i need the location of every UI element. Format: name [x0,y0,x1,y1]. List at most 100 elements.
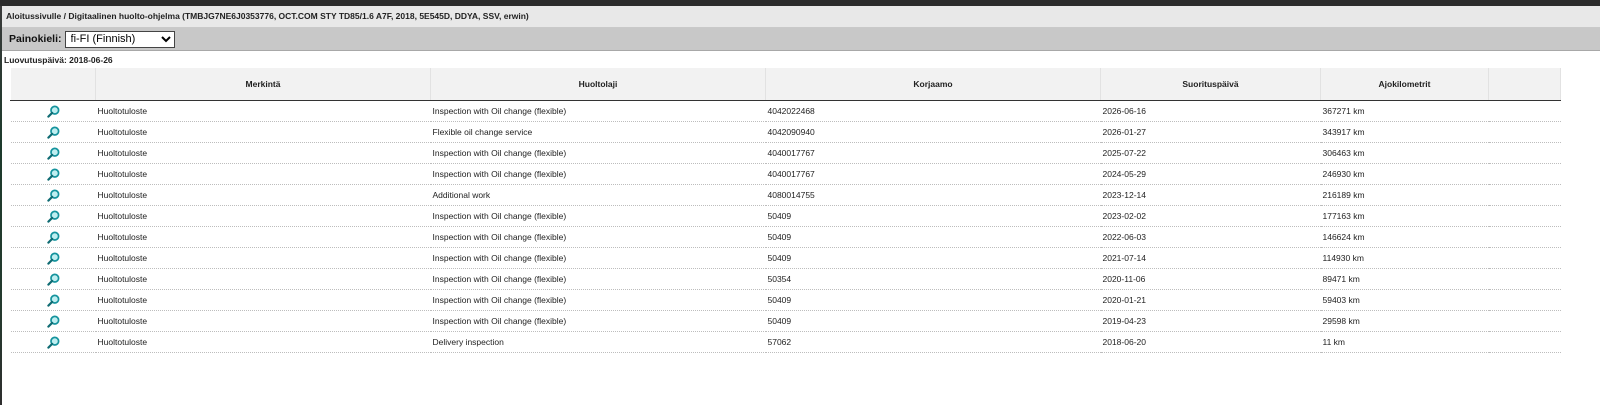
service-type-cell: Delivery inspection [430,331,766,353]
service-type-cell: Inspection with Oil change (flexible) [430,268,766,290]
entry-cell: Huoltotuloste [95,226,431,248]
table-row[interactable]: Huoltotuloste Inspection with Oil change… [10,142,1561,164]
view-cell[interactable] [10,163,96,185]
date-cell: 2020-11-06 [1100,268,1321,290]
col-header-mileage[interactable]: Ajokilometrit [1320,68,1489,101]
mileage-cell: 246930 km [1320,163,1489,185]
view-cell[interactable] [10,226,96,248]
magnifier-icon[interactable] [46,105,60,118]
magnifier-icon[interactable] [46,294,60,307]
table-row[interactable]: Huoltotuloste Delivery inspection 57062 … [10,331,1561,353]
view-cell[interactable] [10,100,96,122]
view-cell[interactable] [10,289,96,311]
date-cell: 2019-04-23 [1100,310,1321,332]
view-cell[interactable] [10,310,96,332]
mileage-cell: 11 km [1320,331,1489,353]
entry-cell: Huoltotuloste [95,184,431,206]
col-header-empty [1488,68,1561,101]
col-header-workshop[interactable]: Korjaamo [765,68,1101,101]
workshop-cell: 50409 [765,226,1101,248]
view-cell[interactable] [10,121,96,143]
date-cell: 2018-06-20 [1100,331,1321,353]
workshop-cell: 4042022468 [765,100,1101,122]
mileage-cell: 367271 km [1320,100,1489,122]
magnifier-icon[interactable] [46,273,60,286]
col-header-date[interactable]: Suorituspäivä [1100,68,1321,101]
table-row[interactable]: Huoltotuloste Inspection with Oil change… [10,100,1561,122]
mileage-cell: 114930 km [1320,247,1489,269]
service-type-cell: Inspection with Oil change (flexible) [430,310,766,332]
entry-cell: Huoltotuloste [95,331,431,353]
view-cell[interactable] [10,268,96,290]
magnifier-icon[interactable] [46,189,60,202]
col-header-service[interactable]: Huoltolaji [430,68,766,101]
workshop-cell: 4040017767 [765,163,1101,185]
view-cell[interactable] [10,142,96,164]
workshop-cell: 50409 [765,247,1101,269]
table-row[interactable]: Huoltotuloste Additional work 4080014755… [10,184,1561,206]
view-cell[interactable] [10,184,96,206]
date-cell: 2022-06-03 [1100,226,1321,248]
col-header-icon [10,68,96,101]
mileage-cell: 177163 km [1320,205,1489,227]
mileage-cell: 343917 km [1320,121,1489,143]
workshop-cell: 50409 [765,310,1101,332]
entry-cell: Huoltotuloste [95,121,431,143]
table-body: Huoltotuloste Inspection with Oil change… [10,100,1561,353]
table-header-row: Merkintä Huoltolaji Korjaamo Suorituspäi… [10,68,1561,101]
table-row[interactable]: Huoltotuloste Inspection with Oil change… [10,289,1561,311]
table-row[interactable]: Huoltotuloste Inspection with Oil change… [10,310,1561,332]
workshop-cell: 50409 [765,205,1101,227]
service-type-cell: Additional work [430,184,766,206]
language-label: Painokieli: [9,33,62,45]
view-cell[interactable] [10,247,96,269]
table-row[interactable]: Huoltotuloste Inspection with Oil change… [10,205,1561,227]
table-row[interactable]: Huoltotuloste Inspection with Oil change… [10,163,1561,185]
breadcrumb[interactable]: Aloitussivulle / Digitaalinen huolto-ohj… [2,6,1600,28]
workshop-cell: 50409 [765,289,1101,311]
mileage-cell: 146624 km [1320,226,1489,248]
date-cell: 2025-07-22 [1100,142,1321,164]
view-cell[interactable] [10,331,96,353]
workshop-cell: 4040017767 [765,142,1101,164]
magnifier-icon[interactable] [46,210,60,223]
date-cell: 2023-12-14 [1100,184,1321,206]
magnifier-icon[interactable] [46,252,60,265]
table-row[interactable]: Huoltotuloste Inspection with Oil change… [10,247,1561,269]
empty-cell [1488,142,1561,164]
service-type-cell: Inspection with Oil change (flexible) [430,163,766,185]
workshop-cell: 50354 [765,268,1101,290]
mileage-cell: 306463 km [1320,142,1489,164]
entry-cell: Huoltotuloste [95,247,431,269]
empty-cell [1488,184,1561,206]
entry-cell: Huoltotuloste [95,289,431,311]
empty-cell [1488,226,1561,248]
empty-cell [1488,331,1561,353]
empty-cell [1488,310,1561,332]
table-row[interactable]: Huoltotuloste Flexible oil change servic… [10,121,1561,143]
mileage-cell: 89471 km [1320,268,1489,290]
magnifier-icon[interactable] [46,126,60,139]
magnifier-icon[interactable] [46,147,60,160]
mileage-cell: 29598 km [1320,310,1489,332]
magnifier-icon[interactable] [46,231,60,244]
empty-cell [1488,247,1561,269]
magnifier-icon[interactable] [46,168,60,181]
magnifier-icon[interactable] [46,315,60,328]
entry-cell: Huoltotuloste [95,142,431,164]
service-type-cell: Inspection with Oil change (flexible) [430,289,766,311]
date-cell: 2021-07-14 [1100,247,1321,269]
service-type-cell: Flexible oil change service [430,121,766,143]
language-select[interactable]: fi-FI (Finnish) [64,30,175,48]
empty-cell [1488,100,1561,122]
view-cell[interactable] [10,205,96,227]
date-cell: 2026-06-16 [1100,100,1321,122]
col-header-entry[interactable]: Merkintä [95,68,431,101]
service-type-cell: Inspection with Oil change (flexible) [430,226,766,248]
table-row[interactable]: Huoltotuloste Inspection with Oil change… [10,268,1561,290]
service-type-cell: Inspection with Oil change (flexible) [430,205,766,227]
entry-cell: Huoltotuloste [95,100,431,122]
table-row[interactable]: Huoltotuloste Inspection with Oil change… [10,226,1561,248]
magnifier-icon[interactable] [46,336,60,349]
workshop-cell: 57062 [765,331,1101,353]
